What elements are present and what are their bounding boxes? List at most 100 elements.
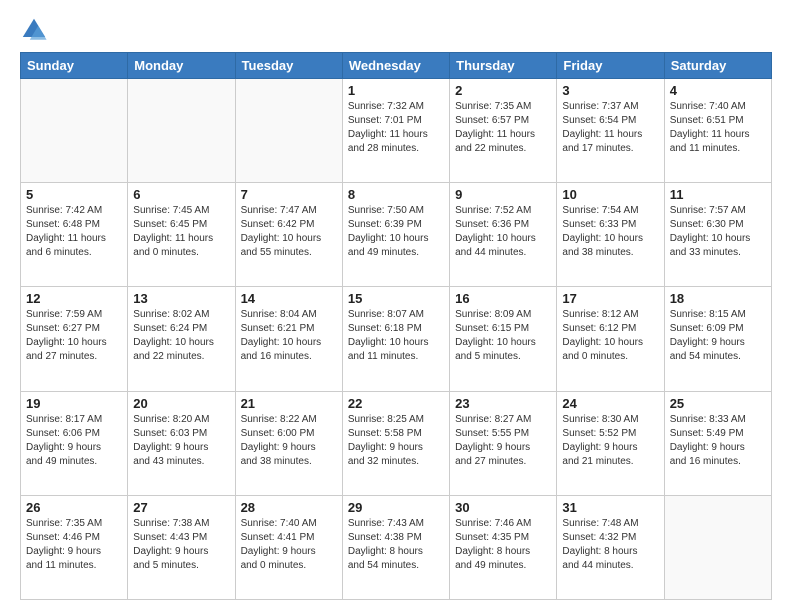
col-sunday: Sunday (21, 53, 128, 79)
day-number: 4 (670, 83, 766, 98)
day-number: 26 (26, 500, 122, 515)
day-number: 7 (241, 187, 337, 202)
table-cell: 7 Sunrise: 7:47 AM Sunset: 6:42 PM Daylig… (235, 183, 342, 287)
table-cell: 25 Sunrise: 8:33 AM Sunset: 5:49 PM Dayli… (664, 391, 771, 495)
day-info: Sunrise: 7:35 AM Sunset: 6:57 PM Dayligh… (455, 100, 551, 156)
day-info: Sunrise: 7:45 AM Sunset: 6:45 PM Dayligh… (133, 204, 229, 260)
day-info: Sunrise: 7:32 AM Sunset: 7:01 PM Dayligh… (348, 100, 444, 156)
day-number: 28 (241, 500, 337, 515)
day-info: Sunrise: 7:59 AM Sunset: 6:27 PM Dayligh… (26, 308, 122, 364)
day-info: Sunrise: 7:50 AM Sunset: 6:39 PM Dayligh… (348, 204, 444, 260)
day-info: Sunrise: 7:52 AM Sunset: 6:36 PM Dayligh… (455, 204, 551, 260)
day-info: Sunrise: 7:35 AM Sunset: 4:46 PM Dayligh… (26, 517, 122, 573)
day-info: Sunrise: 7:40 AM Sunset: 4:41 PM Dayligh… (241, 517, 337, 573)
day-number: 15 (348, 291, 444, 306)
day-number: 1 (348, 83, 444, 98)
table-cell: 14 Sunrise: 8:04 AM Sunset: 6:21 PM Dayli… (235, 287, 342, 391)
table-cell: 8 Sunrise: 7:50 AM Sunset: 6:39 PM Daylig… (342, 183, 449, 287)
week-row-0: 1 Sunrise: 7:32 AM Sunset: 7:01 PM Daylig… (21, 79, 772, 183)
day-number: 8 (348, 187, 444, 202)
table-cell: 30 Sunrise: 7:46 AM Sunset: 4:35 PM Dayli… (450, 495, 557, 599)
day-info: Sunrise: 8:30 AM Sunset: 5:52 PM Dayligh… (562, 413, 658, 469)
week-row-2: 12 Sunrise: 7:59 AM Sunset: 6:27 PM Dayli… (21, 287, 772, 391)
table-cell (664, 495, 771, 599)
day-number: 30 (455, 500, 551, 515)
day-number: 11 (670, 187, 766, 202)
day-number: 12 (26, 291, 122, 306)
day-info: Sunrise: 8:07 AM Sunset: 6:18 PM Dayligh… (348, 308, 444, 364)
day-info: Sunrise: 7:48 AM Sunset: 4:32 PM Dayligh… (562, 517, 658, 573)
day-number: 20 (133, 396, 229, 411)
day-number: 22 (348, 396, 444, 411)
table-cell: 9 Sunrise: 7:52 AM Sunset: 6:36 PM Daylig… (450, 183, 557, 287)
week-row-4: 26 Sunrise: 7:35 AM Sunset: 4:46 PM Dayli… (21, 495, 772, 599)
day-number: 2 (455, 83, 551, 98)
day-info: Sunrise: 8:04 AM Sunset: 6:21 PM Dayligh… (241, 308, 337, 364)
table-cell: 28 Sunrise: 7:40 AM Sunset: 4:41 PM Dayli… (235, 495, 342, 599)
week-row-1: 5 Sunrise: 7:42 AM Sunset: 6:48 PM Daylig… (21, 183, 772, 287)
col-monday: Monday (128, 53, 235, 79)
col-friday: Friday (557, 53, 664, 79)
table-cell (21, 79, 128, 183)
table-cell: 19Sunrise: 8:17 AM Sunset: 6:06 PM Dayli… (21, 391, 128, 495)
col-wednesday: Wednesday (342, 53, 449, 79)
logo (20, 16, 52, 44)
day-number: 10 (562, 187, 658, 202)
day-info: Sunrise: 8:25 AM Sunset: 5:58 PM Dayligh… (348, 413, 444, 469)
day-number: 5 (26, 187, 122, 202)
table-cell: 3 Sunrise: 7:37 AM Sunset: 6:54 PM Daylig… (557, 79, 664, 183)
day-info: Sunrise: 7:46 AM Sunset: 4:35 PM Dayligh… (455, 517, 551, 573)
day-info: Sunrise: 8:22 AM Sunset: 6:00 PM Dayligh… (241, 413, 337, 469)
day-number: 23 (455, 396, 551, 411)
table-cell: 24 Sunrise: 8:30 AM Sunset: 5:52 PM Dayli… (557, 391, 664, 495)
table-cell: 23Sunrise: 8:27 AM Sunset: 5:55 PM Dayli… (450, 391, 557, 495)
day-number: 24 (562, 396, 658, 411)
day-info: Sunrise: 7:43 AM Sunset: 4:38 PM Dayligh… (348, 517, 444, 573)
table-cell: 29 Sunrise: 7:43 AM Sunset: 4:38 PM Dayli… (342, 495, 449, 599)
table-cell: 17Sunrise: 8:12 AM Sunset: 6:12 PM Dayli… (557, 287, 664, 391)
table-cell: 4 Sunrise: 7:40 AM Sunset: 6:51 PM Daylig… (664, 79, 771, 183)
day-info: Sunrise: 7:38 AM Sunset: 4:43 PM Dayligh… (133, 517, 229, 573)
day-number: 21 (241, 396, 337, 411)
day-info: Sunrise: 7:42 AM Sunset: 6:48 PM Dayligh… (26, 204, 122, 260)
table-cell: 11 Sunrise: 7:57 AM Sunset: 6:30 PM Dayli… (664, 183, 771, 287)
day-info: Sunrise: 8:17 AM Sunset: 6:06 PM Dayligh… (26, 413, 122, 469)
day-number: 31 (562, 500, 658, 515)
day-info: Sunrise: 8:09 AM Sunset: 6:15 PM Dayligh… (455, 308, 551, 364)
table-cell: 10Sunrise: 7:54 AM Sunset: 6:33 PM Dayli… (557, 183, 664, 287)
table-cell: 18Sunrise: 8:15 AM Sunset: 6:09 PM Dayli… (664, 287, 771, 391)
day-info: Sunrise: 7:57 AM Sunset: 6:30 PM Dayligh… (670, 204, 766, 260)
day-number: 14 (241, 291, 337, 306)
day-info: Sunrise: 7:47 AM Sunset: 6:42 PM Dayligh… (241, 204, 337, 260)
table-cell: 31 Sunrise: 7:48 AM Sunset: 4:32 PM Dayli… (557, 495, 664, 599)
day-number: 3 (562, 83, 658, 98)
table-cell: 12 Sunrise: 7:59 AM Sunset: 6:27 PM Dayli… (21, 287, 128, 391)
day-number: 6 (133, 187, 229, 202)
table-cell (128, 79, 235, 183)
day-info: Sunrise: 7:37 AM Sunset: 6:54 PM Dayligh… (562, 100, 658, 156)
table-cell: 1 Sunrise: 7:32 AM Sunset: 7:01 PM Daylig… (342, 79, 449, 183)
table-cell: 26 Sunrise: 7:35 AM Sunset: 4:46 PM Dayli… (21, 495, 128, 599)
table-cell: 2 Sunrise: 7:35 AM Sunset: 6:57 PM Daylig… (450, 79, 557, 183)
day-number: 13 (133, 291, 229, 306)
day-number: 29 (348, 500, 444, 515)
day-number: 9 (455, 187, 551, 202)
table-cell: 22 Sunrise: 8:25 AM Sunset: 5:58 PM Dayli… (342, 391, 449, 495)
table-cell: 5 Sunrise: 7:42 AM Sunset: 6:48 PM Daylig… (21, 183, 128, 287)
calendar-table: Sunday Monday Tuesday Wednesday Thursday… (20, 52, 772, 600)
day-number: 17 (562, 291, 658, 306)
week-row-3: 19Sunrise: 8:17 AM Sunset: 6:06 PM Dayli… (21, 391, 772, 495)
table-cell: 13 Sunrise: 8:02 AM Sunset: 6:24 PM Dayli… (128, 287, 235, 391)
logo-icon (20, 16, 48, 44)
day-number: 25 (670, 396, 766, 411)
table-cell (235, 79, 342, 183)
header (20, 16, 772, 44)
day-info: Sunrise: 8:02 AM Sunset: 6:24 PM Dayligh… (133, 308, 229, 364)
day-info: Sunrise: 8:33 AM Sunset: 5:49 PM Dayligh… (670, 413, 766, 469)
calendar-header-row: Sunday Monday Tuesday Wednesday Thursday… (21, 53, 772, 79)
day-info: Sunrise: 7:40 AM Sunset: 6:51 PM Dayligh… (670, 100, 766, 156)
table-cell: 15 Sunrise: 8:07 AM Sunset: 6:18 PM Dayli… (342, 287, 449, 391)
col-tuesday: Tuesday (235, 53, 342, 79)
day-number: 16 (455, 291, 551, 306)
day-info: Sunrise: 8:15 AM Sunset: 6:09 PM Dayligh… (670, 308, 766, 364)
